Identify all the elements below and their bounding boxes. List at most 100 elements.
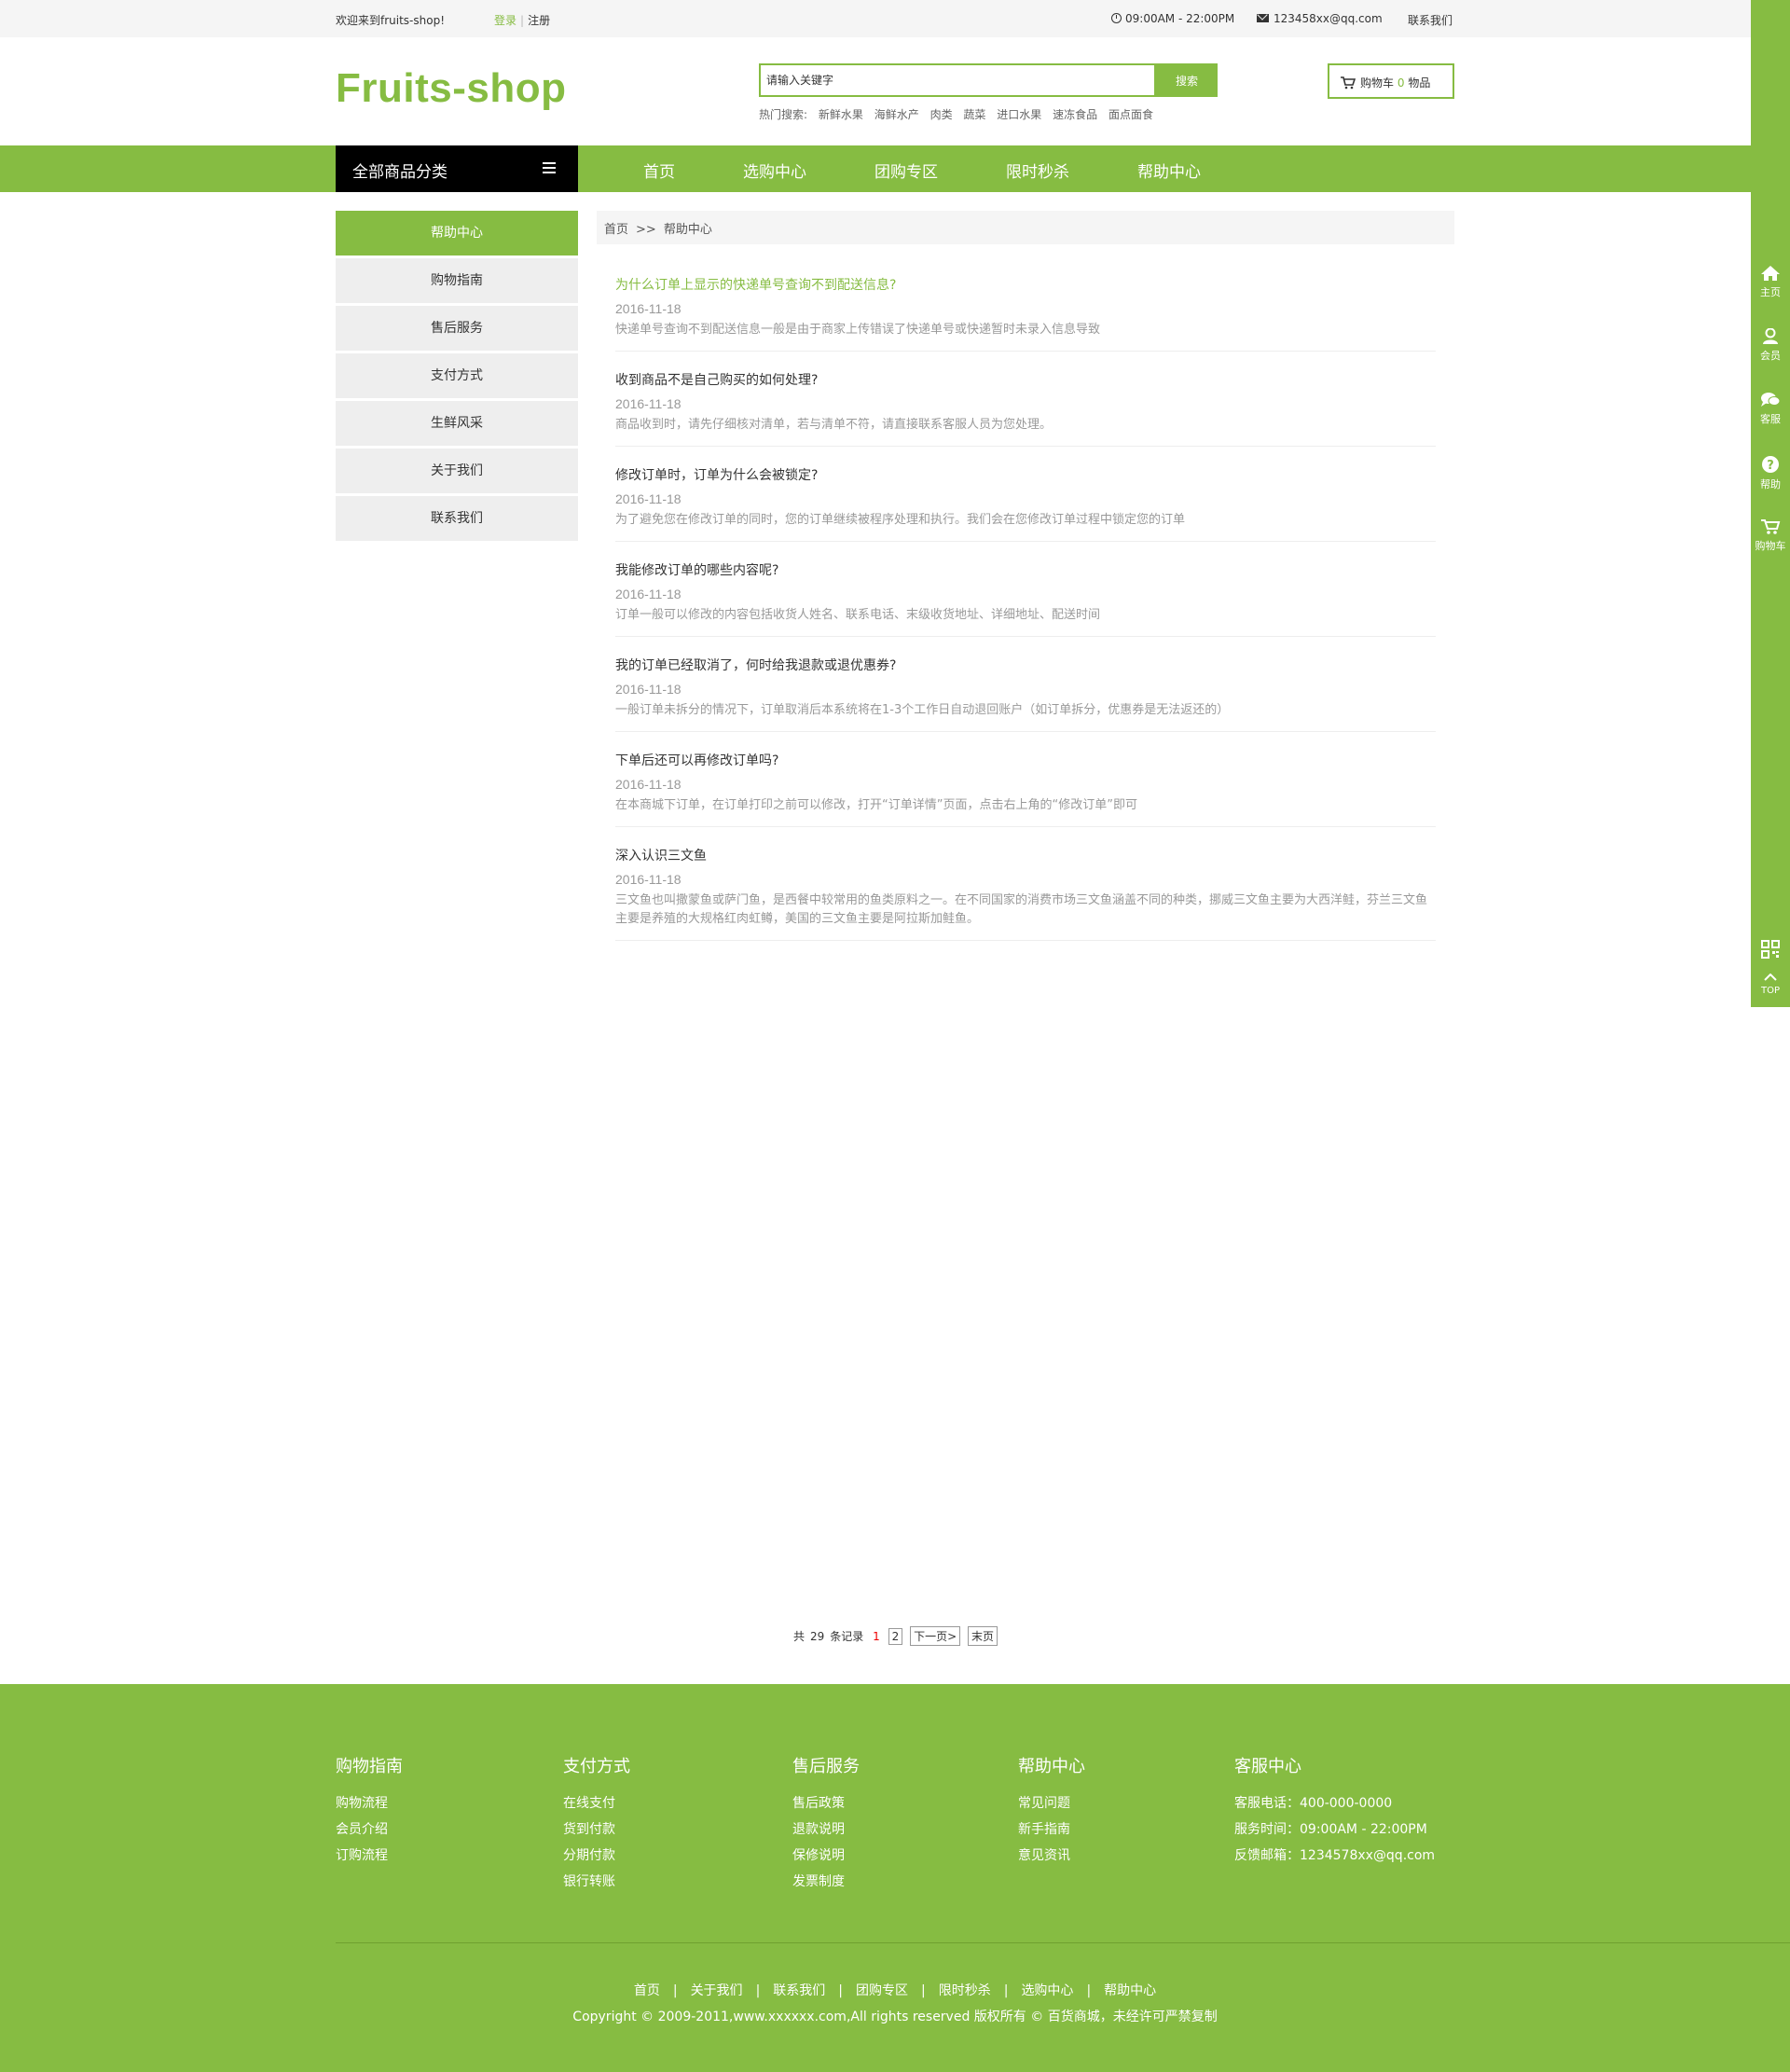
footer-link[interactable]: 分期付款 [563, 1843, 630, 1869]
cart-button[interactable]: 购物车 0 物品 [1328, 63, 1454, 99]
footer-link[interactable]: 在线支付 [563, 1790, 630, 1816]
hot-search-term[interactable]: 新鲜水果 [819, 108, 863, 121]
footer-bottom-link-contact[interactable]: 联系我们 [773, 1983, 825, 1998]
float-home-label: 主页 [1760, 286, 1781, 298]
footer-link[interactable]: 购物流程 [336, 1790, 403, 1816]
hot-search-term[interactable]: 肉类 [930, 108, 953, 121]
nav-link-help-center[interactable]: 帮助中心 [1137, 159, 1201, 182]
footer-link[interactable]: 发票制度 [792, 1869, 860, 1895]
sidebar-item-payment[interactable]: 支付方式 [336, 353, 578, 398]
footer-link[interactable]: 常见问题 [1018, 1790, 1085, 1816]
pager-total-prefix: 共 [793, 1630, 806, 1643]
footer-link[interactable]: 订购流程 [336, 1843, 403, 1869]
pager-total-suffix: 条记录 [830, 1630, 864, 1643]
article-title[interactable]: 我的订单已经取消了，何时给我退款或退优惠券? [615, 655, 1436, 677]
footer-bottom-link-flash-sale[interactable]: 限时秒杀 [939, 1983, 991, 1998]
cart-label: 购物车 [1360, 76, 1395, 90]
sidebar-item-fresh-style[interactable]: 生鲜风采 [336, 401, 578, 446]
pager-page-2[interactable]: 2 [888, 1628, 903, 1645]
hot-search-term[interactable]: 速冻食品 [1053, 108, 1097, 121]
email-text: 123458xx@qq.com [1274, 12, 1383, 25]
nav-link-group-buy[interactable]: 团购专区 [874, 159, 938, 182]
pagination: 共 29 条记录 1 2 下一页> 末页 [0, 1626, 1790, 1646]
hot-search-term[interactable]: 面点面食 [1108, 108, 1153, 121]
article-date: 2016-11-18 [615, 491, 682, 506]
breadcrumb-home[interactable]: 首页 [604, 223, 628, 237]
footer-link[interactable]: 售后政策 [792, 1790, 860, 1816]
footer-link[interactable]: 意见资讯 [1018, 1843, 1085, 1869]
list-item: 下单后还可以再修改订单吗? 2016-11-18 在本商城下订单，在订单打印之前… [615, 750, 1436, 827]
back-to-top-button[interactable]: TOP [1751, 974, 1790, 996]
search-button[interactable]: 搜索 [1156, 63, 1218, 97]
search-input[interactable] [761, 65, 1154, 95]
hot-search-term[interactable]: 海鲜水产 [874, 108, 919, 121]
breadcrumb-current: 帮助中心 [663, 223, 712, 237]
sidebar-item-contact-us[interactable]: 联系我们 [336, 496, 578, 541]
breadcrumb-arrow: >> [636, 223, 656, 237]
article-title[interactable]: 下单后还可以再修改订单吗? [615, 750, 1436, 772]
footer-bottom-link-home[interactable]: 首页 [634, 1983, 660, 1998]
site-logo[interactable]: Fruits-shop [336, 65, 566, 112]
footer-column-payment: 支付方式 在线支付 货到付款 分期付款 银行转账 [563, 1753, 630, 1895]
float-qrcode-button[interactable] [1751, 940, 1790, 961]
sidebar-item-help-center[interactable]: 帮助中心 [336, 211, 578, 256]
sidebar-item-shopping-guide[interactable]: 购物指南 [336, 258, 578, 303]
article-title[interactable]: 我能修改订单的哪些内容呢? [615, 559, 1436, 582]
sidebar-item-after-sales[interactable]: 售后服务 [336, 306, 578, 351]
nav-link-home[interactable]: 首页 [643, 159, 675, 182]
article-title[interactable]: 修改订单时，订单为什么会被锁定? [615, 464, 1436, 487]
footer-column-title: 帮助中心 [1018, 1757, 1085, 1776]
footer-link[interactable]: 银行转账 [563, 1869, 630, 1895]
copyright: Copyright © 2009-2011,www.xxxxxx.com,All… [572, 2010, 1218, 2024]
nav-link-shopping-center[interactable]: 选购中心 [743, 159, 806, 182]
float-home-button[interactable]: 主页 [1751, 265, 1790, 299]
pager-next-button[interactable]: 下一页> [910, 1626, 961, 1646]
hot-search-term[interactable]: 进口水果 [997, 108, 1041, 121]
article-summary: 一般订单未拆分的情况下，订单取消后本系统将在1-3个工作日自动退回账户（如订单拆… [615, 703, 1230, 717]
footer-link[interactable]: 新手指南 [1018, 1816, 1085, 1843]
sidebar-item-about-us[interactable]: 关于我们 [336, 449, 578, 493]
footer-column-title: 购物指南 [336, 1757, 403, 1776]
footer-column-title: 售后服务 [792, 1757, 860, 1776]
footer-bottom-link-about[interactable]: 关于我们 [691, 1983, 743, 1998]
pager-last-button[interactable]: 末页 [967, 1626, 998, 1646]
chat-icon [1761, 393, 1781, 407]
article-title[interactable]: 为什么订单上显示的快递单号查询不到配送信息? [615, 274, 1436, 297]
footer-bottom-link-group-buy[interactable]: 团购专区 [856, 1983, 908, 1998]
svg-text:?: ? [1767, 459, 1774, 473]
service-email: 反馈邮箱：1234578xx@qq.com [1234, 1848, 1436, 1863]
all-categories-button[interactable]: 全部商品分类 [336, 145, 578, 192]
footer-bottom-link-shopping-center[interactable]: 选购中心 [1021, 1983, 1073, 1998]
all-categories-label: 全部商品分类 [352, 163, 448, 182]
register-link[interactable]: 注册 [528, 14, 550, 27]
article-summary: 为了避免您在修改订单的同时，您的订单继续被程序处理和执行。我们会在您修改订单过程… [615, 513, 1186, 527]
footer-link[interactable]: 会员介绍 [336, 1816, 403, 1843]
business-hours: 09:00AM - 22:00PM [1111, 12, 1234, 25]
list-item: 收到商品不是自己购买的如何处理? 2016-11-18 商品收到时，请先仔细核对… [615, 369, 1436, 447]
login-link[interactable]: 登录 [494, 14, 516, 27]
search-box [759, 63, 1156, 97]
footer-link[interactable]: 货到付款 [563, 1816, 630, 1843]
mail-icon [1257, 14, 1269, 22]
contact-us-link[interactable]: 联系我们 [1408, 12, 1453, 28]
float-service-button[interactable]: 客服 [1751, 392, 1790, 426]
user-icon [1763, 328, 1778, 344]
article-title[interactable]: 收到商品不是自己购买的如何处理? [615, 369, 1436, 392]
article-title[interactable]: 深入认识三文鱼 [615, 845, 1436, 867]
footer-link[interactable]: 退款说明 [792, 1816, 860, 1843]
article-date: 2016-11-18 [615, 777, 682, 792]
header: Fruits-shop 搜索 热门搜索: 新鲜水果 海鲜水产 肉类 蔬菜 进口水… [0, 37, 1751, 145]
qrcode-icon [1761, 940, 1780, 959]
float-member-label: 会员 [1760, 350, 1781, 362]
float-help-button[interactable]: ? 帮助 [1751, 455, 1790, 491]
auth-divider: | [520, 14, 525, 27]
footer-bottom-link-help[interactable]: 帮助中心 [1104, 1983, 1156, 1998]
nav-link-flash-sale[interactable]: 限时秒杀 [1006, 159, 1069, 182]
right-floating-bar: 主页 会员 客服 ? 帮助 购物车 TOP [1751, 0, 1790, 1007]
footer-link[interactable]: 保修说明 [792, 1843, 860, 1869]
hot-search-term[interactable]: 蔬菜 [963, 108, 985, 121]
float-help-label: 帮助 [1760, 478, 1781, 490]
footer-column-after-sales: 售后服务 售后政策 退款说明 保修说明 发票制度 [792, 1753, 860, 1895]
float-cart-button[interactable]: 购物车 [1751, 518, 1790, 553]
float-member-button[interactable]: 会员 [1751, 328, 1790, 363]
